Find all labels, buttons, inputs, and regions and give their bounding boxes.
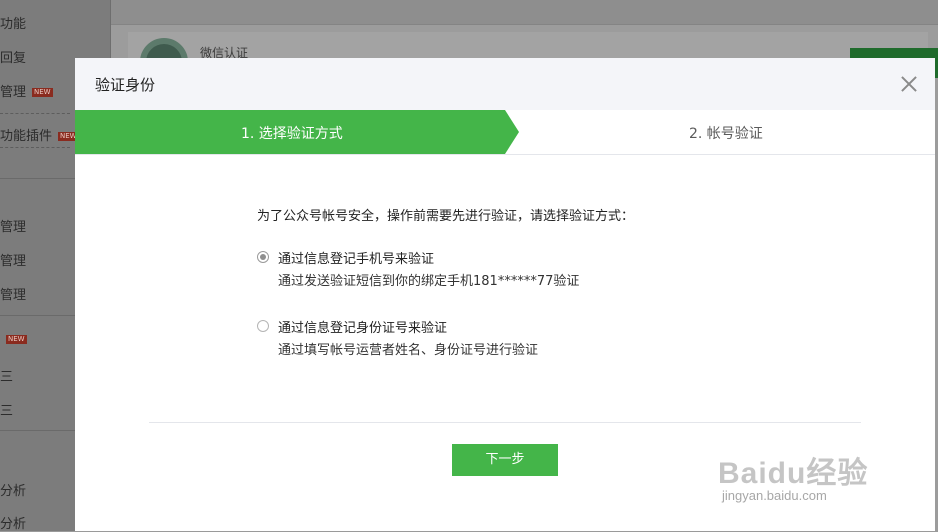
dialog-header: 验证身份 [75, 58, 935, 111]
sidebar-item: 三 [0, 366, 13, 385]
new-badge: NEW [32, 88, 53, 97]
sidebar-item-label: 功能插件 [0, 129, 53, 144]
radio-id[interactable] [257, 320, 269, 332]
sidebar-item: 管理 [0, 216, 26, 235]
sidebar-item-label: 三 [0, 370, 14, 385]
background-topbar [111, 0, 938, 25]
radio-phone[interactable] [257, 251, 269, 263]
next-step-button[interactable]: 下一步 [452, 444, 558, 476]
step-1-label: 1. 选择验证方式 [241, 126, 343, 142]
option-description: 通过填写帐号运营者姓名、身份证号进行验证 [278, 343, 539, 358]
sidebar-dashed-divider [0, 147, 70, 148]
option-title[interactable]: 通过信息登记身份证号来验证 [278, 317, 447, 336]
sidebar-dashed-divider [0, 113, 70, 114]
sidebar-item: 管理 [0, 284, 26, 303]
sidebar-item: 三 [0, 400, 13, 419]
sidebar-item: NEW [0, 332, 27, 347]
sidebar-item: 功能插件 NEW [0, 125, 79, 144]
sidebar-item: 分析 [0, 480, 26, 499]
sidebar-item-label: 三 [0, 404, 14, 419]
verification-prompt: 为了公众号帐号安全，操作前需要先进行验证，请选择验证方式： [257, 209, 635, 224]
sidebar-item-label: 功能 [0, 17, 27, 32]
dialog-title: 验证身份 [95, 76, 156, 94]
sidebar-item: 功能 [0, 13, 26, 32]
close-icon[interactable] [897, 72, 921, 96]
sidebar-item-label: 管理 [0, 220, 27, 235]
sidebar-item-label: 管理 [0, 85, 27, 100]
sidebar-item: 回复 [0, 47, 26, 66]
sidebar-item-label: 分析 [0, 484, 27, 499]
footer-divider [149, 422, 861, 423]
sidebar-item-label: 管理 [0, 254, 27, 269]
sidebar-item: 管理 [0, 250, 26, 269]
option-description: 通过发送验证短信到你的绑定手机181******77验证 [278, 274, 580, 289]
new-badge: NEW [6, 335, 27, 344]
sidebar-item-label: 回复 [0, 51, 27, 66]
step-progress-bar: 1. 选择验证方式 2. 帐号验证 [75, 110, 935, 155]
verify-identity-dialog: 验证身份 1. 选择验证方式 2. 帐号验证 为了公众号帐号安全，操作前需要先进… [75, 58, 935, 531]
sidebar-item-label: 分析 [0, 517, 27, 532]
step-2-label: 2. 帐号验证 [689, 126, 763, 142]
option-title[interactable]: 通过信息登记手机号来验证 [278, 248, 434, 267]
sidebar-item-label: 管理 [0, 288, 27, 303]
sidebar-item: 管理 NEW [0, 81, 53, 100]
sidebar-item: 分析 [0, 513, 26, 532]
